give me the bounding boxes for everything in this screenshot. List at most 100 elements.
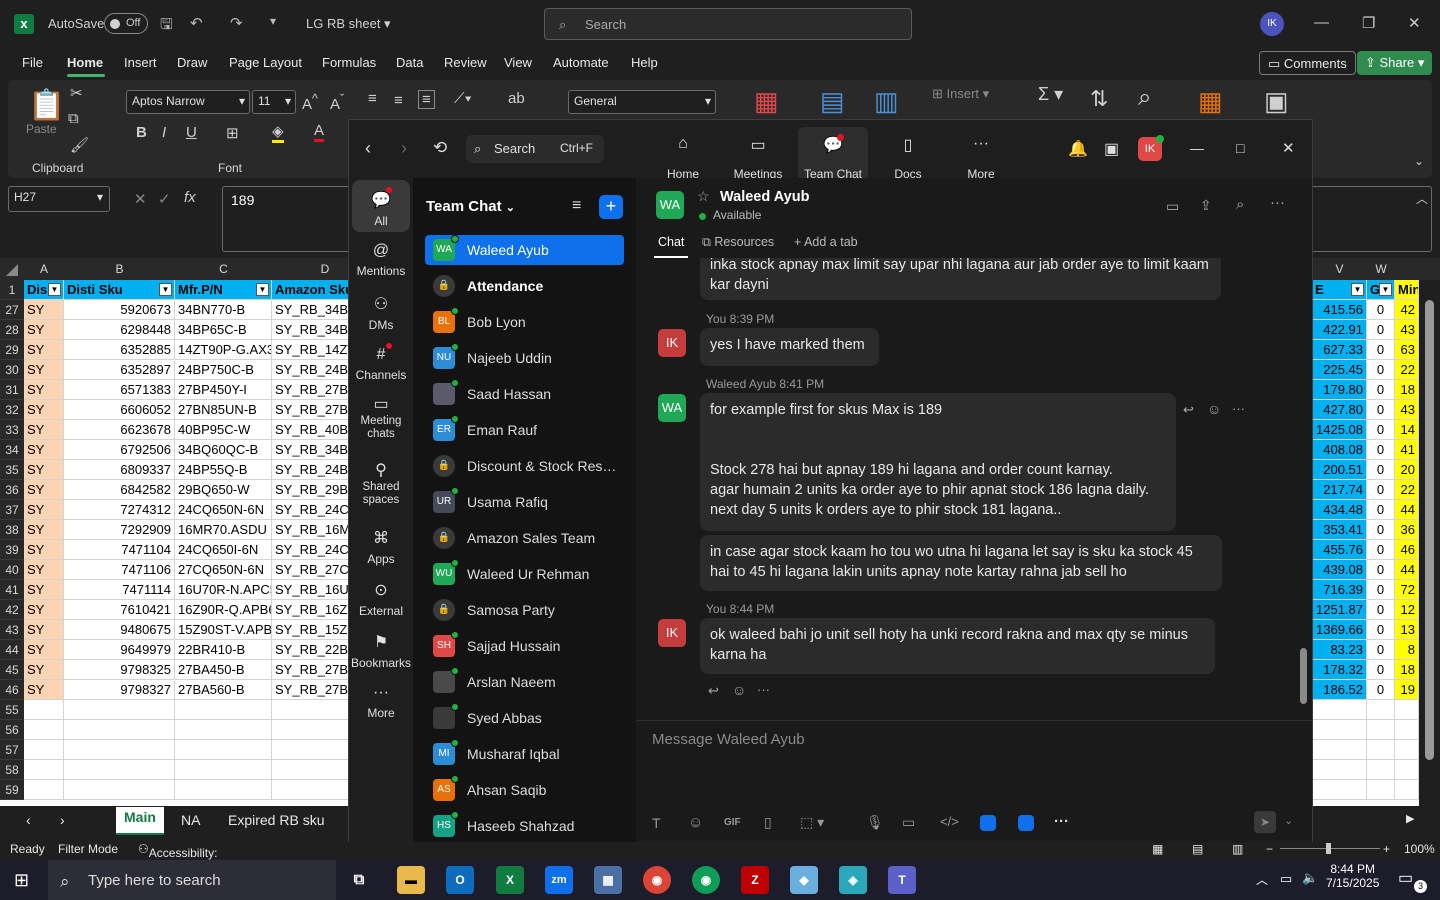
gif-button[interactable]: GIF — [724, 817, 741, 828]
cell-x[interactable]: 19 — [1395, 680, 1419, 700]
cell-w[interactable]: 0 — [1367, 460, 1395, 480]
row-number[interactable]: 44 — [0, 640, 24, 660]
message-avatar[interactable]: IK — [658, 619, 686, 647]
message-avatar[interactable]: IK — [658, 329, 686, 357]
cell-c[interactable]: 29BQ650-W — [175, 480, 272, 500]
share-button[interactable]: ⇪ Share ▾ — [1357, 51, 1433, 75]
rail-more[interactable]: ··· More — [349, 684, 413, 720]
list-item[interactable]: AS Ahsan Saqib — [425, 775, 624, 805]
empty-cell[interactable] — [64, 700, 175, 720]
empty-cell[interactable] — [1312, 740, 1367, 760]
list-item[interactable]: MI Musharaf Iqbal — [425, 739, 624, 769]
zoom-search-box[interactable]: ⌕ Search Ctrl+F — [466, 135, 604, 163]
align-bottom-icon[interactable]: ≡ — [418, 90, 435, 109]
file-icon[interactable]: ▯ — [764, 814, 772, 831]
cell-c[interactable]: 16MR70.ASDU — [175, 520, 272, 540]
sheet-next-icon[interactable]: › — [60, 812, 65, 828]
row-number[interactable]: 43 — [0, 620, 24, 640]
cell-a[interactable]: SY — [24, 500, 64, 520]
name-box[interactable]: H27 ▾ — [8, 186, 110, 212]
empty-cell[interactable] — [1312, 780, 1367, 800]
cell-b[interactable]: 7471114 — [64, 580, 175, 600]
app-taskbar-icon[interactable]: ◆ — [790, 866, 818, 894]
cell-c[interactable]: 34BP65C-B — [175, 320, 272, 340]
emoji-react-icon[interactable]: ☺ — [1207, 401, 1221, 417]
cell-b[interactable]: 5920673 — [64, 300, 175, 320]
chat-contact-avatar[interactable]: WA — [656, 191, 684, 219]
empty-cell[interactable] — [24, 740, 64, 760]
empty-cell[interactable] — [1312, 760, 1367, 780]
cell-b[interactable]: 7274312 — [64, 500, 175, 520]
task-view-icon[interactable]: ⧉ — [345, 866, 373, 894]
cell-x[interactable]: 22 — [1395, 480, 1419, 500]
taskbar-search[interactable]: ⌕ Type here to search — [48, 860, 336, 900]
undo-icon[interactable]: ↶ — [190, 14, 203, 32]
cell-b[interactable]: 9798327 — [64, 680, 175, 700]
empty-cell[interactable] — [175, 700, 272, 720]
cell-v[interactable]: 716.39 — [1312, 580, 1367, 600]
cell-a[interactable]: SY — [24, 600, 64, 620]
chat-scrollbar-thumb[interactable] — [1300, 648, 1307, 704]
row-number[interactable]: 35 — [0, 460, 24, 480]
list-item[interactable]: Syed Abbas — [425, 703, 624, 733]
filter-icon[interactable]: ≡ — [572, 197, 581, 215]
cell-v[interactable]: 217.74 — [1312, 480, 1367, 500]
filter-dropdown-icon[interactable]: ▼ — [256, 283, 269, 296]
rail-all[interactable]: 💬 All — [349, 190, 413, 228]
cell-x[interactable]: 20 — [1395, 460, 1419, 480]
message-bubble[interactable]: ok waleed bahi jo unit sell hoty ha unki… — [700, 618, 1215, 674]
cancel-entry-icon[interactable]: ✕ — [134, 190, 147, 208]
increase-font-icon[interactable]: A^ — [302, 92, 318, 113]
cell-v[interactable]: 179.80 — [1312, 380, 1367, 400]
filter-dropdown-icon[interactable]: ▼ — [1379, 283, 1392, 296]
chat-tab[interactable]: Chat — [658, 235, 684, 249]
col-header-w[interactable]: W — [1367, 262, 1395, 276]
row-number[interactable]: 37 — [0, 500, 24, 520]
col-header-a[interactable]: A — [24, 262, 64, 276]
cell-a[interactable]: SY — [24, 320, 64, 340]
cell-b[interactable]: 6606052 — [64, 400, 175, 420]
format-painter-icon[interactable]: 🖌 — [70, 136, 89, 154]
font-size-select[interactable]: 11 ▾ — [252, 90, 296, 114]
cell-x[interactable]: 36 — [1395, 520, 1419, 540]
row-number[interactable]: 38 — [0, 520, 24, 540]
sheet-tab-na[interactable]: NA — [181, 812, 200, 828]
cell-a[interactable]: SY — [24, 540, 64, 560]
file-name[interactable]: LG RB sheet ▾ — [306, 16, 391, 32]
cell-v[interactable]: 1369.66 — [1312, 620, 1367, 640]
composer-input[interactable]: Message Waleed Ayub — [652, 731, 805, 748]
cell-c[interactable]: 24CQ650N-6N — [175, 500, 272, 520]
cell-c[interactable]: 27BN85UN-B — [175, 400, 272, 420]
cell-c[interactable]: 34BN770-B — [175, 300, 272, 320]
cell-w[interactable]: 0 — [1367, 660, 1395, 680]
cell-b[interactable]: 6792506 — [64, 440, 175, 460]
calendar-icon[interactable]: ▣ — [1104, 139, 1119, 159]
row-number[interactable]: 58 — [0, 760, 24, 780]
cell-v[interactable]: 1251.87 — [1312, 600, 1367, 620]
microphone-icon[interactable]: 🎙 — [866, 814, 884, 831]
cell-c[interactable]: 22BR410-B — [175, 640, 272, 660]
cell-c[interactable]: 40BP95C-W — [175, 420, 272, 440]
cell-v[interactable]: 83.23 — [1312, 640, 1367, 660]
cell-c[interactable]: 27CQ650N-6N — [175, 560, 272, 580]
zoom-level[interactable]: 100% — [1404, 842, 1435, 856]
col-header-v[interactable]: V — [1312, 262, 1367, 276]
rail-mentions[interactable]: @ Mentions — [349, 242, 413, 278]
cell-v[interactable]: 178.32 — [1312, 660, 1367, 680]
history-icon[interactable]: ⟲ — [433, 138, 447, 158]
rail-meeting-chats[interactable]: ▭ Meeting chats — [349, 397, 413, 441]
cell-w[interactable]: 0 — [1367, 580, 1395, 600]
back-icon[interactable]: ‹ — [365, 138, 371, 159]
cell-w[interactable]: 0 — [1367, 640, 1395, 660]
row-number[interactable]: 45 — [0, 660, 24, 680]
tray-chevron-icon[interactable]: ︿ — [1256, 871, 1268, 888]
more-options-icon[interactable]: ··· — [1270, 194, 1285, 211]
cell-x[interactable]: 22 — [1395, 360, 1419, 380]
underline-icon[interactable]: U — [186, 124, 197, 141]
cell-b[interactable]: 9480675 — [64, 620, 175, 640]
cell-v[interactable]: 627.33 — [1312, 340, 1367, 360]
page-layout-view-icon[interactable]: ▤ — [1192, 842, 1203, 856]
cell-x[interactable]: 46 — [1395, 540, 1419, 560]
col-header-c[interactable]: C — [175, 262, 272, 276]
rail-external[interactable]: ⊙ External — [349, 580, 413, 618]
